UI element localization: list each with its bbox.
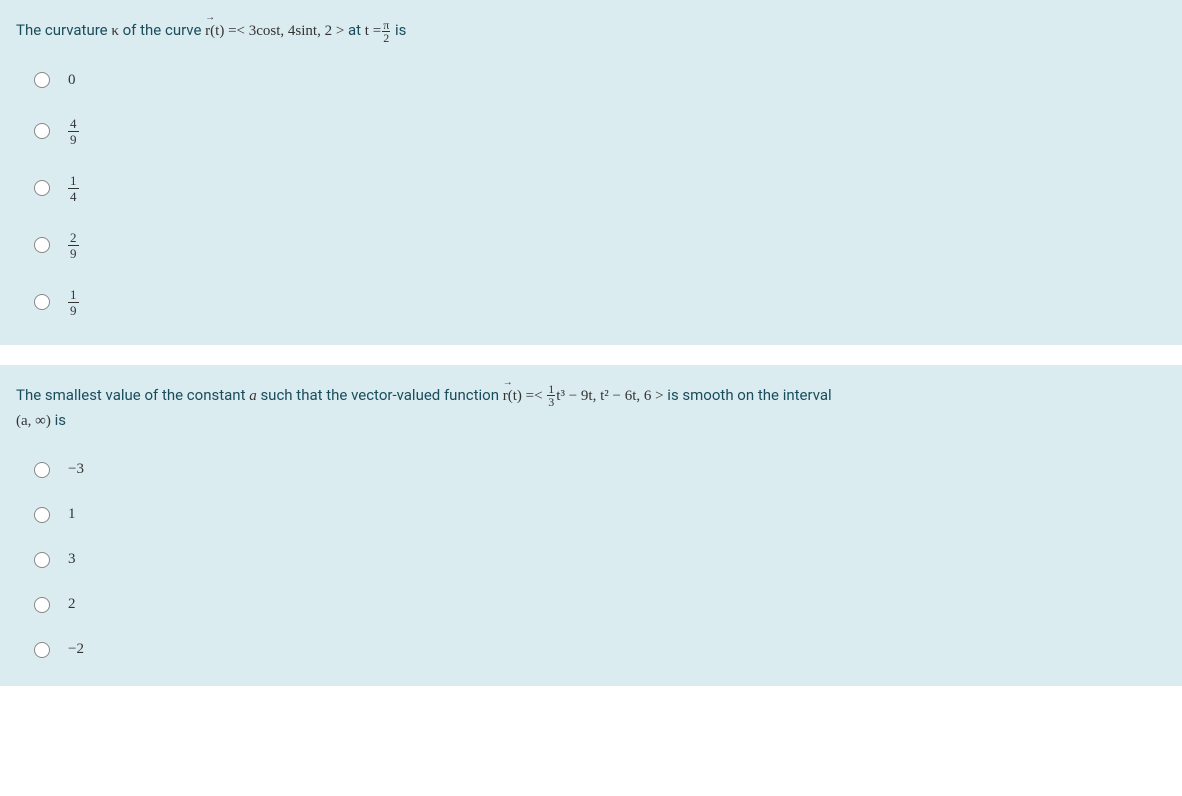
option-label: 1 xyxy=(68,506,76,523)
q2-suffix: is xyxy=(51,411,66,429)
q2-vec: r xyxy=(503,384,508,408)
radio-button[interactable] xyxy=(34,642,50,658)
radio-button[interactable] xyxy=(34,462,50,478)
radio-button[interactable] xyxy=(34,552,50,568)
q1-frac-den: 2 xyxy=(383,32,389,44)
option-label: −3 xyxy=(68,461,84,478)
option-label: 0 xyxy=(68,72,76,89)
q2-mid2: is smooth on the interval xyxy=(664,386,832,404)
question-1-text: The curvature κ of the curve r(t) =< 3co… xyxy=(16,18,1166,44)
q1-suffix: is xyxy=(391,21,406,39)
q2-option-3[interactable]: 2 xyxy=(34,596,1166,613)
radio-button[interactable] xyxy=(34,507,50,523)
q1-kappa: κ xyxy=(111,23,119,39)
question-2: The smallest value of the constant a suc… xyxy=(0,365,1182,687)
q2-prefix: The smallest value of the constant xyxy=(16,386,249,404)
q2-option-4[interactable]: −2 xyxy=(34,641,1166,658)
radio-button[interactable] xyxy=(34,123,50,139)
radio-button[interactable] xyxy=(34,237,50,253)
q1-at: t = xyxy=(365,23,381,39)
question-1: The curvature κ of the curve r(t) =< 3co… xyxy=(0,0,1182,345)
q2-fn-p1: (t) =< xyxy=(508,388,547,404)
q2-mid1: such that the vector-valued function xyxy=(257,386,503,404)
q1-option-1[interactable]: 49 xyxy=(34,117,1166,146)
q2-options: −3 1 3 2 −2 xyxy=(16,461,1166,658)
q2-frac-den: 3 xyxy=(548,396,554,408)
q1-option-4[interactable]: 19 xyxy=(34,288,1166,317)
option-label: 2 xyxy=(68,596,76,613)
option-label: 3 xyxy=(68,551,76,568)
option-label: 49 xyxy=(68,117,79,146)
option-label: 29 xyxy=(68,231,79,260)
q1-option-2[interactable]: 14 xyxy=(34,174,1166,203)
radio-button[interactable] xyxy=(34,597,50,613)
q1-frac-num: π xyxy=(382,19,390,32)
q1-options: 0 49 14 29 19 xyxy=(16,72,1166,317)
radio-button[interactable] xyxy=(34,72,50,88)
q2-interval: (a, ∞) xyxy=(16,413,51,429)
option-label: 14 xyxy=(68,174,79,203)
q2-option-2[interactable]: 3 xyxy=(34,551,1166,568)
q1-mid2: at xyxy=(344,21,365,39)
q1-fn: (t) =< 3cost, 4sint, 2 > xyxy=(210,23,344,39)
q2-a: a xyxy=(249,388,257,404)
q2-option-0[interactable]: −3 xyxy=(34,461,1166,478)
q1-vec: r xyxy=(205,19,210,43)
q1-option-3[interactable]: 29 xyxy=(34,231,1166,260)
question-2-text: The smallest value of the constant a suc… xyxy=(16,383,1166,434)
q1-mid1: of the curve xyxy=(119,21,205,39)
q1-prefix: The curvature xyxy=(16,21,111,39)
option-label: 19 xyxy=(68,288,79,317)
q1-option-0[interactable]: 0 xyxy=(34,72,1166,89)
radio-button[interactable] xyxy=(34,294,50,310)
q2-fn-p2: t³ − 9t, t² − 6t, 6 > xyxy=(556,388,663,404)
q2-option-1[interactable]: 1 xyxy=(34,506,1166,523)
option-label: −2 xyxy=(68,641,84,658)
radio-button[interactable] xyxy=(34,180,50,196)
